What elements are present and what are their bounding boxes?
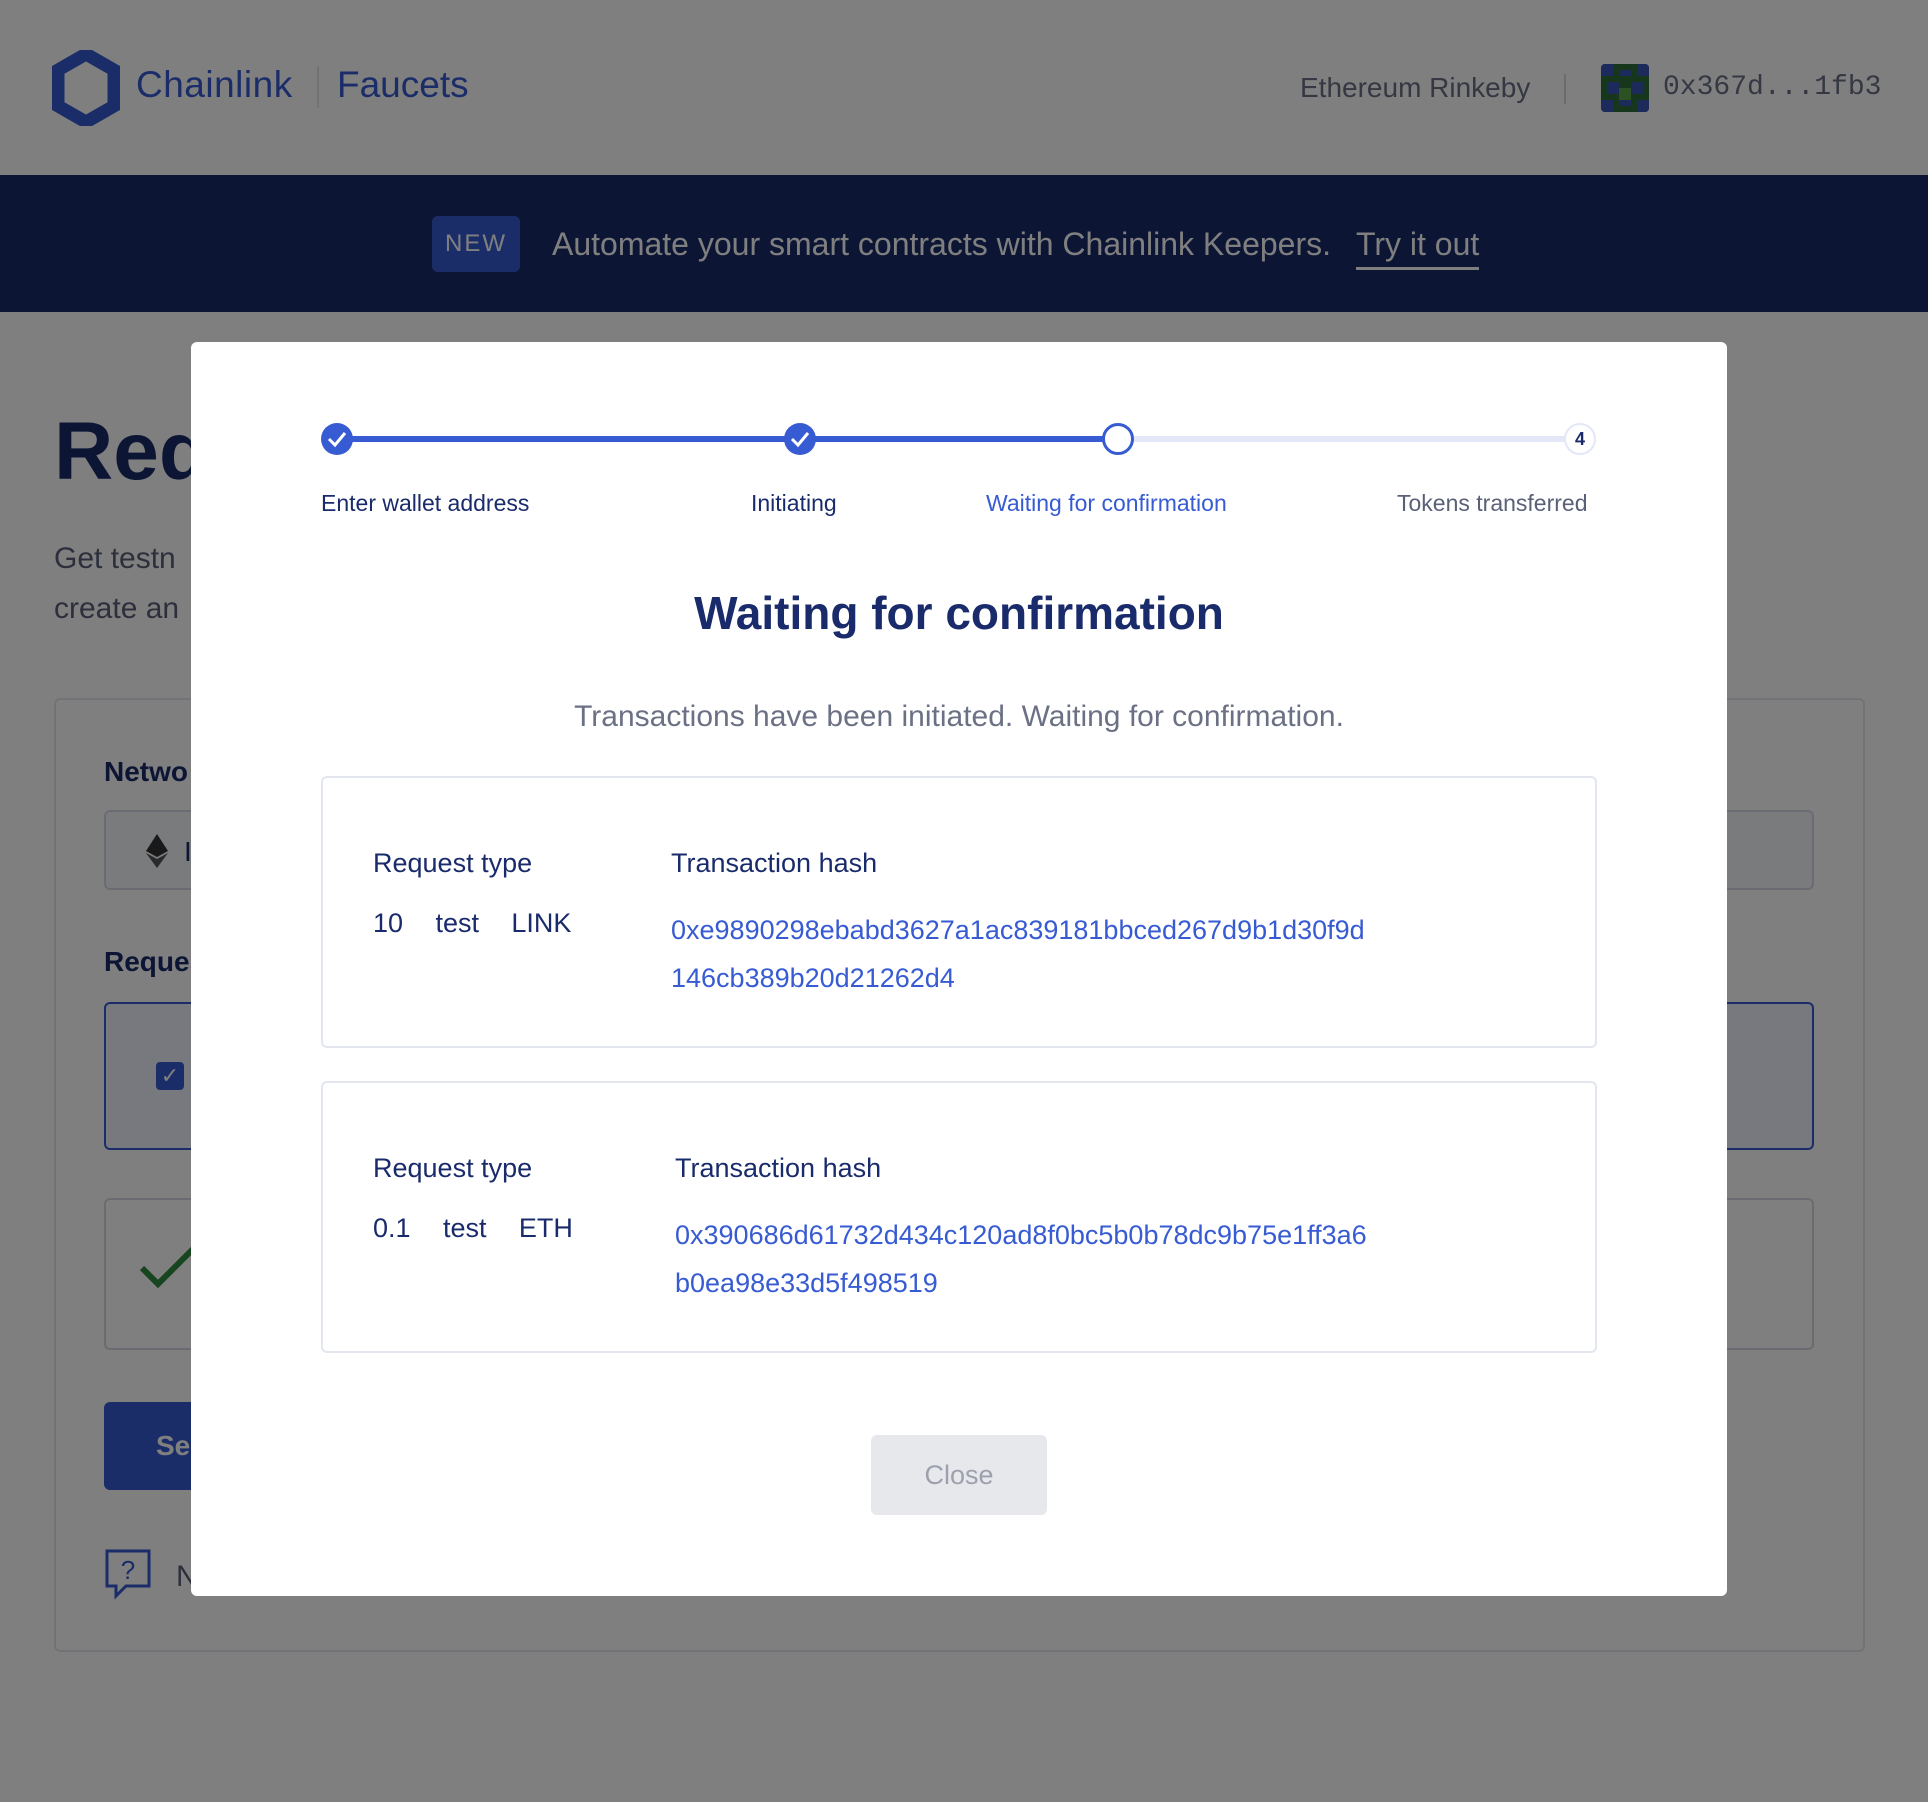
step-1-label: Enter wallet address [321, 490, 530, 516]
step-2-label: Initiating [751, 490, 837, 516]
transaction-hash-label: Transaction hash [671, 848, 878, 878]
request-amount: 10 [373, 908, 404, 938]
modal-title: Waiting for confirmation [694, 587, 1224, 639]
transaction-card: Request type Transaction hash 10 test LI… [321, 776, 1597, 1048]
step-4-label: Tokens transferred [1397, 490, 1588, 516]
request-type-value: 0.1 test ETH [373, 1213, 573, 1246]
request-type-label: Request type [373, 848, 533, 878]
modal-subtitle: Transactions have been initiated. Waitin… [574, 700, 1344, 733]
transaction-hash-link[interactable]: 0x390686d61732d434c120ad8f0bc5b0b78dc9b7… [675, 1211, 1375, 1307]
stepper-line-pending [1125, 436, 1585, 442]
confirmation-modal: 4 Enter wallet address Initiating Waitin… [191, 342, 1727, 1596]
request-type-value: 10 test LINK [373, 908, 571, 941]
step-3-label: Waiting for confirmation [986, 490, 1227, 516]
transaction-hash-label: Transaction hash [675, 1153, 882, 1183]
request-token: LINK [511, 908, 572, 938]
transaction-hash-link[interactable]: 0xe9890298ebabd3627a1ac839181bbced267d9b… [671, 906, 1371, 1002]
step-3-current-dot [1102, 423, 1134, 455]
request-token: ETH [518, 1213, 573, 1243]
stepper-line-completed-2 [799, 436, 1125, 442]
stepper-line-completed-1 [337, 436, 799, 442]
transaction-card: Request type Transaction hash 0.1 test E… [321, 1081, 1597, 1353]
step-1-check-icon [321, 423, 353, 455]
request-type-label: Request type [373, 1153, 533, 1183]
request-amount: 0.1 [373, 1213, 411, 1243]
step-2-check-icon [784, 423, 816, 455]
close-button[interactable]: Close [871, 1435, 1047, 1515]
request-token-prefix: test [435, 908, 479, 938]
request-token-prefix: test [442, 1213, 487, 1243]
step-4-number: 4 [1564, 423, 1596, 455]
